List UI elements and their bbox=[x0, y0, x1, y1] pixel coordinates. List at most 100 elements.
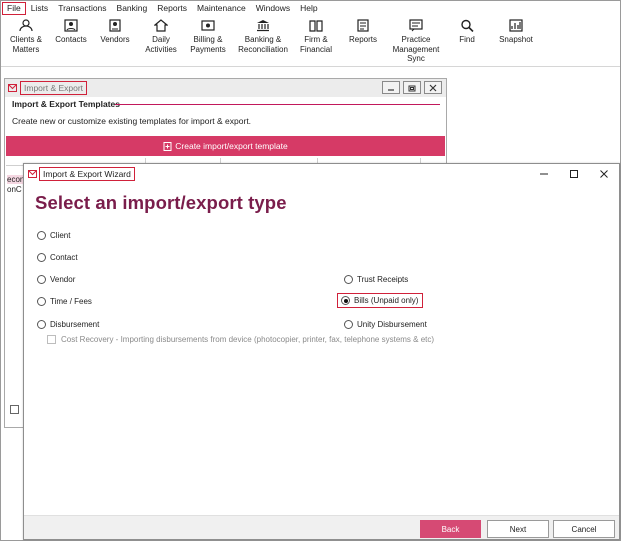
toolbar-label: Contacts bbox=[55, 35, 87, 44]
next-button[interactable]: Next bbox=[487, 520, 549, 538]
toolbar-label: Find bbox=[459, 35, 475, 44]
radio-button[interactable] bbox=[344, 275, 353, 284]
radio-vendor[interactable]: Vendor bbox=[37, 275, 75, 284]
divider bbox=[115, 104, 440, 105]
radio-label: Contact bbox=[50, 253, 78, 262]
toolbar-label: Reports bbox=[348, 35, 377, 44]
toolbar-label: Firm & Financial bbox=[299, 35, 332, 54]
toolbar-find[interactable]: Find bbox=[455, 19, 479, 45]
clients-matters-icon bbox=[19, 19, 33, 32]
toolbar-vendors[interactable]: Vendors bbox=[99, 19, 131, 45]
minimize-button[interactable] bbox=[382, 81, 400, 94]
radio-bills-unpaid-only[interactable]: Bills (Unpaid only) bbox=[337, 293, 424, 308]
envelope-icon bbox=[28, 170, 37, 178]
toolbar-clients-matters[interactable]: Clients & Matters bbox=[8, 19, 44, 54]
checkbox[interactable] bbox=[47, 335, 56, 344]
checkbox-label: Cost Recovery - Importing disbursements … bbox=[61, 335, 435, 344]
toolbar-contacts[interactable]: Contacts bbox=[54, 19, 88, 45]
find-icon bbox=[461, 19, 474, 32]
menu-windows[interactable]: Windows bbox=[251, 1, 295, 15]
new-document-icon bbox=[163, 141, 172, 151]
menu-lists[interactable]: Lists bbox=[26, 1, 53, 15]
wizard-window-controls bbox=[529, 164, 619, 184]
close-button[interactable] bbox=[589, 164, 619, 184]
radio-button[interactable] bbox=[37, 297, 46, 306]
envelope-icon bbox=[8, 84, 17, 92]
menu-help[interactable]: Help bbox=[295, 1, 322, 15]
radio-label: Disbursement bbox=[50, 320, 100, 329]
import-export-wizard: Import & Export Wizard Select an import/… bbox=[23, 163, 620, 540]
toolbar-snapshot[interactable]: Snapshot bbox=[496, 19, 536, 45]
checkbox-cost-recovery[interactable]: Cost Recovery - Importing disbursements … bbox=[47, 335, 434, 344]
toolbar-banking-reconciliation[interactable]: Banking & Reconciliation bbox=[235, 19, 291, 54]
minimize-icon bbox=[540, 173, 548, 175]
restore-icon bbox=[408, 85, 416, 91]
contacts-icon bbox=[64, 19, 78, 32]
cancel-button[interactable]: Cancel bbox=[553, 520, 615, 538]
page-title: Select an import/export type bbox=[35, 192, 287, 213]
wizard-title: Import & Export Wizard bbox=[39, 167, 135, 181]
maximize-button[interactable] bbox=[403, 81, 421, 94]
window-controls bbox=[382, 81, 442, 94]
window-title: Import & Export bbox=[20, 81, 88, 95]
radio-label: Trust Receipts bbox=[357, 275, 409, 284]
radio-label: Unity Disbursement bbox=[357, 320, 427, 329]
section-heading: Import & Export Templates bbox=[12, 99, 120, 109]
section-description: Create new or customize existing templat… bbox=[12, 116, 252, 126]
toolbar-label: Daily Activities bbox=[145, 35, 177, 54]
maximize-button[interactable] bbox=[559, 164, 589, 184]
toolbar-billing-payments[interactable]: Billing & Payments bbox=[189, 19, 227, 54]
radio-trust-receipts[interactable]: Trust Receipts bbox=[344, 275, 408, 284]
toolbar-label: Snapshot bbox=[499, 35, 533, 44]
create-template-label: Create import/export template bbox=[175, 141, 288, 151]
toolbar-practice-management-sync[interactable]: Practice Management Sync bbox=[390, 19, 442, 64]
menu-reports[interactable]: Reports bbox=[152, 1, 192, 15]
radio-label: Time / Fees bbox=[50, 297, 92, 306]
radio-unity-disbursement[interactable]: Unity Disbursement bbox=[344, 320, 427, 329]
daily-activities-icon bbox=[154, 19, 168, 32]
firm-financial-icon bbox=[309, 20, 323, 32]
menu-transactions[interactable]: Transactions bbox=[53, 1, 111, 15]
toolbar-label: Clients & Matters bbox=[9, 35, 42, 54]
toolbar-label: Practice Management Sync bbox=[392, 35, 440, 63]
radio-disbursement[interactable]: Disbursement bbox=[37, 320, 99, 329]
create-template-button[interactable]: Create import/export template bbox=[6, 136, 445, 156]
radio-label: Bills (Unpaid only) bbox=[354, 296, 419, 305]
vendors-icon bbox=[109, 19, 121, 32]
snapshot-icon bbox=[509, 19, 523, 32]
minimize-button[interactable] bbox=[529, 164, 559, 184]
radio-label: Vendor bbox=[50, 275, 76, 284]
radio-contact[interactable]: Contact bbox=[37, 253, 78, 262]
wizard-footer: Back Next Cancel bbox=[24, 515, 619, 539]
checkbox[interactable] bbox=[10, 405, 19, 414]
radio-label: Client bbox=[50, 231, 71, 240]
menu-file[interactable]: File bbox=[2, 1, 26, 15]
billing-payments-icon bbox=[201, 20, 215, 31]
back-button[interactable]: Back bbox=[420, 520, 481, 538]
toolbar-daily-activities[interactable]: Daily Activities bbox=[143, 19, 179, 54]
toolbar-reports[interactable]: Reports bbox=[345, 19, 381, 45]
toolbar-label: Banking & Reconciliation bbox=[238, 35, 288, 54]
wizard-titlebar: Import & Export Wizard bbox=[24, 164, 619, 184]
radio-button[interactable] bbox=[37, 320, 46, 329]
menu-maintenance[interactable]: Maintenance bbox=[192, 1, 251, 15]
radio-client[interactable]: Client bbox=[37, 231, 70, 240]
radio-button[interactable] bbox=[344, 320, 353, 329]
radio-time-fees[interactable]: Time / Fees bbox=[37, 297, 92, 306]
radio-button[interactable] bbox=[37, 275, 46, 284]
practice-management-sync-icon bbox=[409, 19, 423, 32]
toolbar-firm-financial[interactable]: Firm & Financial bbox=[298, 19, 334, 54]
close-button[interactable] bbox=[424, 81, 442, 94]
reports-icon bbox=[357, 19, 369, 32]
close-icon bbox=[429, 84, 437, 91]
menu-bar: File Lists Transactions Banking Reports … bbox=[1, 1, 620, 15]
radio-button[interactable] bbox=[37, 231, 46, 240]
toolbar: Clients & Matters Contacts Vendors Daily… bbox=[1, 15, 620, 67]
toolbar-label: Vendors bbox=[100, 35, 130, 44]
radio-button[interactable] bbox=[37, 253, 46, 262]
toolbar-label: Billing & Payments bbox=[190, 35, 226, 54]
minimize-icon bbox=[388, 88, 394, 91]
menu-banking[interactable]: Banking bbox=[112, 1, 153, 15]
radio-button[interactable] bbox=[341, 296, 350, 305]
banking-reconciliation-icon bbox=[257, 20, 269, 32]
